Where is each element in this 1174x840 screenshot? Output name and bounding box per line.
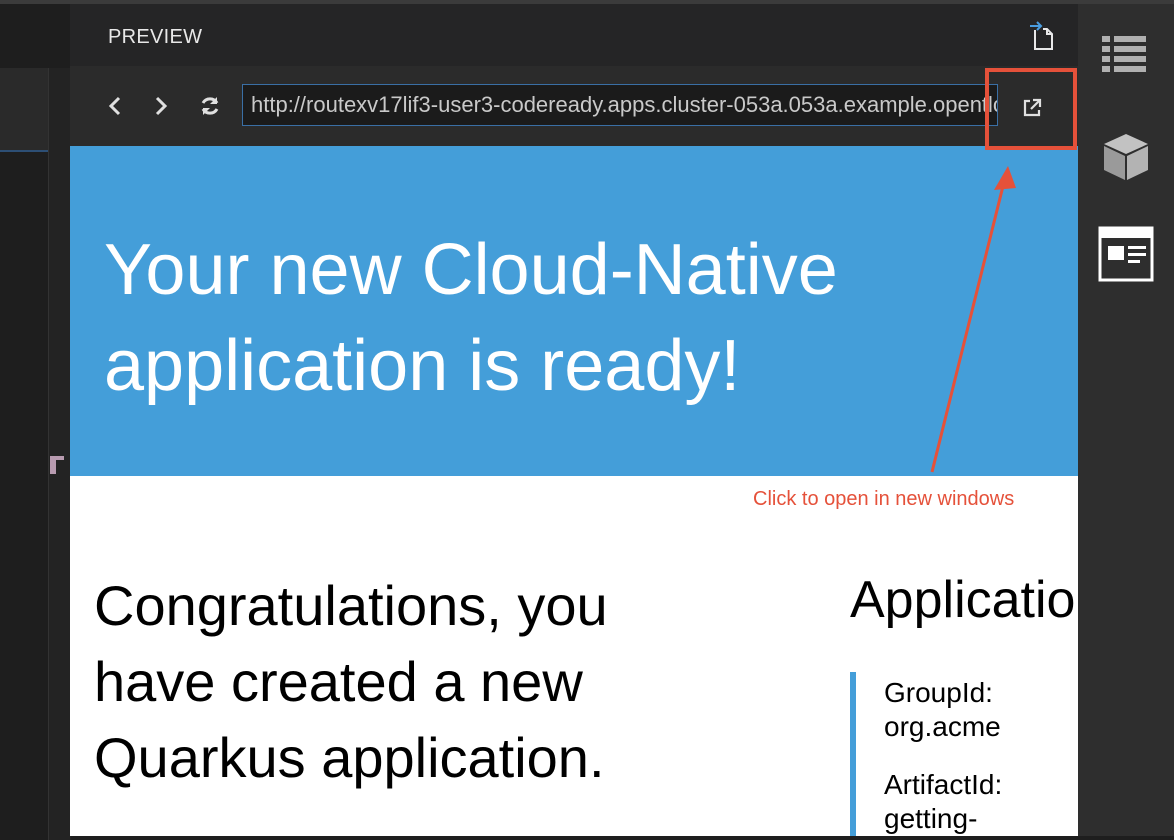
preview-toolbar: http://routexv17lif3-user3-codeready.app… (70, 66, 1078, 146)
panel-title: PREVIEW (108, 26, 203, 48)
congrats-heading: Congratulations, you have created a new … (94, 574, 608, 789)
info-accent-bar (850, 672, 856, 836)
application-info-list: GroupId: org.acme ArtifactId: getting- (884, 676, 1078, 836)
back-arrow-icon[interactable] (104, 94, 128, 118)
preview-window-icon[interactable] (1098, 224, 1154, 282)
info-label: ArtifactId: (884, 769, 1003, 800)
refresh-icon[interactable] (198, 94, 222, 118)
hero-title: Your new Cloud-Native application is rea… (104, 230, 838, 406)
preview-panel: PREVIEW http://routexv17lif3-user3-coder… (70, 4, 1078, 836)
application-heading: Applicatio (850, 571, 1076, 629)
outline-list-icon[interactable] (1098, 32, 1154, 88)
preview-panel-header: PREVIEW (70, 4, 1078, 66)
editor-gutter (48, 68, 71, 840)
forward-arrow-icon[interactable] (148, 94, 172, 118)
export-file-icon[interactable] (1027, 20, 1055, 52)
hero-banner: Your new Cloud-Native application is rea… (70, 146, 1078, 476)
cube-icon[interactable] (1098, 128, 1154, 184)
editor-area (0, 4, 71, 840)
open-in-new-window-icon[interactable] (1020, 96, 1044, 120)
editor-active-indicator (0, 150, 48, 152)
annotation-label: Click to open in new windows (753, 488, 1015, 510)
info-label: GroupId: (884, 677, 993, 708)
url-input[interactable]: http://routexv17lif3-user3-codeready.app… (242, 84, 998, 126)
editor-tab-bar[interactable] (0, 68, 48, 152)
info-groupid: GroupId: org.acme (884, 676, 1078, 744)
gutter-marker-cap (56, 456, 64, 460)
info-value: org.acme (884, 711, 1001, 742)
info-value: getting- (884, 803, 978, 834)
right-activity-bar (1078, 4, 1174, 836)
info-artifactid: ArtifactId: getting- (884, 768, 1078, 836)
